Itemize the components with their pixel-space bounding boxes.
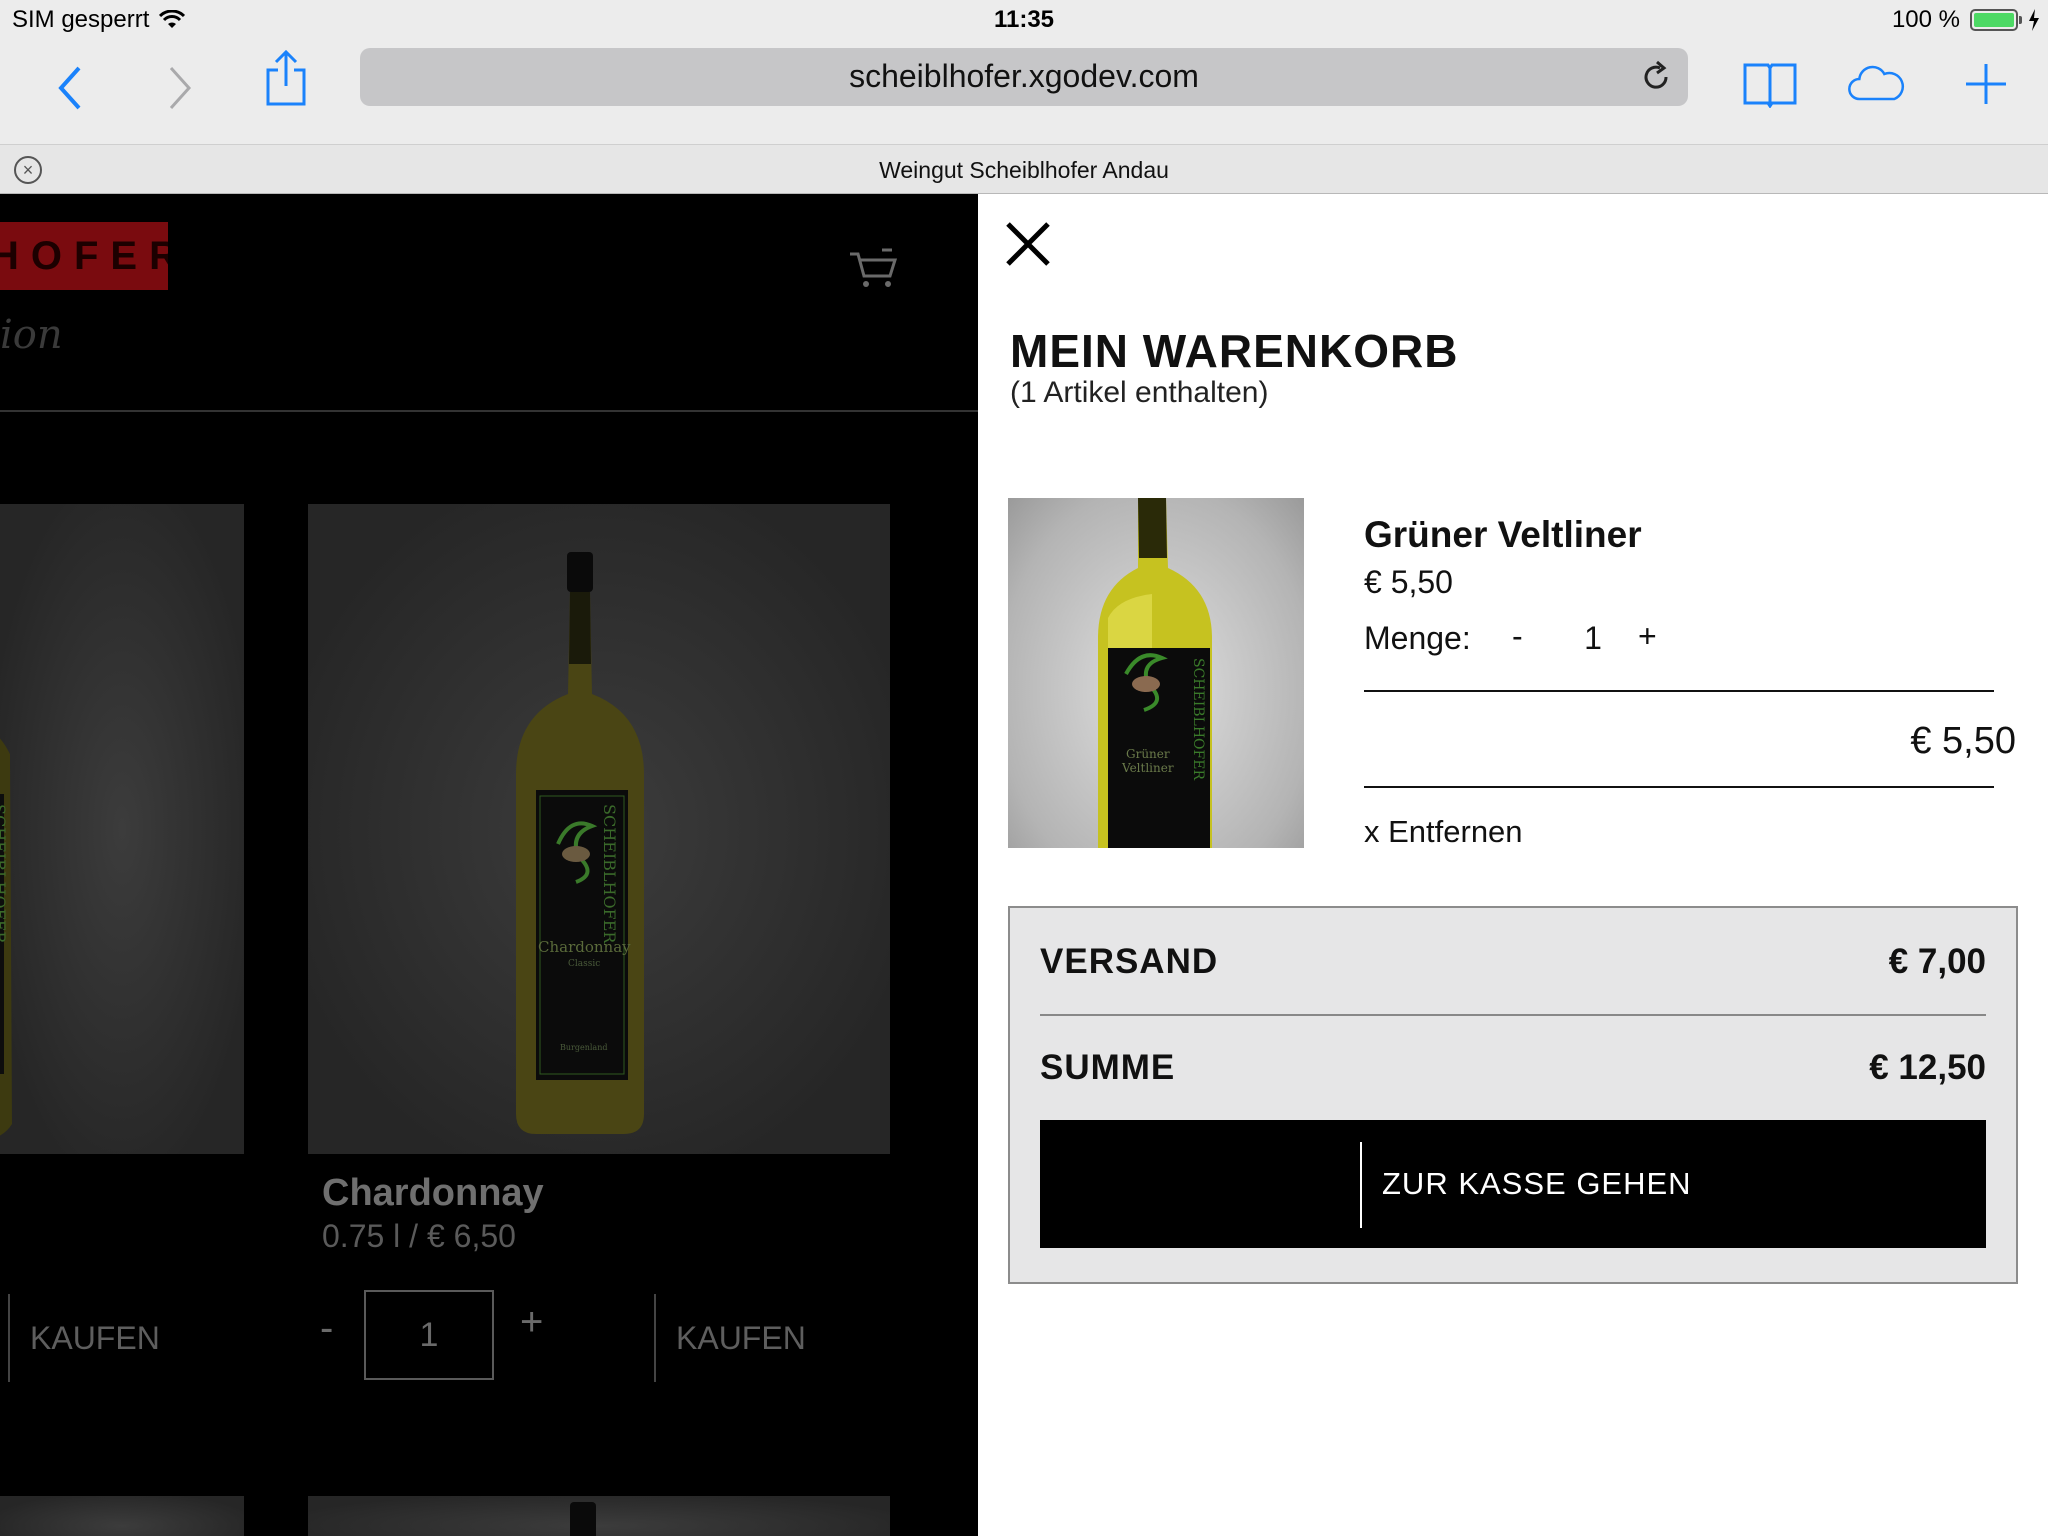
url-text: scheiblhofer.xgodev.com [849,58,1199,94]
close-icon[interactable] [1004,220,1052,268]
cart-panel: MEIN WARENKORB (1 Artikel enthalten) SCH… [978,194,2048,1536]
battery-percent: 100 % [1891,6,1960,33]
cart-icon[interactable] [848,246,898,290]
tab-title[interactable]: Weingut Scheiblhofer Andau [0,157,2048,184]
bottle-label-sub: Classic [568,959,600,969]
shop-page: HOFER ion SCHEIBLHOFER KAUFEN SCHEIBLHOF… [0,194,978,1536]
bottle-label-region: Burgenland [560,1043,607,1052]
battery-icon [1970,9,2022,31]
chevron-left-icon [58,66,81,110]
plus-icon [1966,64,2006,104]
clock: 11:35 [993,6,1055,33]
bottle-icon: SCHEIBLHOFER [0,738,12,1136]
share-button[interactable] [256,48,316,108]
bookmarks-button[interactable] [1740,54,1800,114]
buy-button[interactable]: KAUFEN [654,1294,806,1382]
product-image-row2-left[interactable] [0,1496,244,1536]
wine-bottle-icon: SCHEIBLHOFER Grüner Veltliner [1098,498,1212,848]
address-bar[interactable]: scheiblhofer.xgodev.com [360,48,1688,106]
share-icon [266,49,306,106]
cart-qty-value: 1 [1584,620,1602,656]
cart-item-name[interactable]: Grüner Veltliner [1364,514,1642,556]
book-icon [1743,63,1797,108]
logo-text: HOFER [0,234,168,278]
tab-bar: × Weingut Scheiblhofer Andau [0,144,2048,194]
cart-qty-minus-button[interactable]: - [1512,618,1523,655]
forward-button[interactable] [150,58,210,118]
checkout-divider [1360,1142,1362,1228]
logo[interactable]: HOFER [0,222,168,290]
header-divider [0,410,978,412]
carrier-text: SIM gesperrt [12,6,150,33]
wine-bottle-icon [570,1502,596,1536]
buy-button-left[interactable]: KAUFEN [8,1294,160,1382]
qty-minus-button[interactable]: - [320,1306,333,1351]
wine-bottle-icon: SCHEIBLHOFER Chardonnay Classic Burgenla… [516,552,644,1134]
remove-item-link[interactable]: x Entfernen [1364,814,1523,850]
shipping-value: € 7,00 [1888,942,1986,981]
product-image-chardonnay[interactable]: SCHEIBLHOFER Chardonnay Classic Burgenla… [308,504,890,1154]
wifi-icon [159,10,186,28]
order-summary: VERSAND € 7,00 SUMME € 12,50 ZUR KASSE G… [1008,906,2018,1284]
bottle-brand-text: SCHEIBLHOFER [600,804,619,944]
product-meta: 0.75 l / € 6,50 [322,1218,516,1254]
tagline-script: ion [0,312,63,358]
shipping-label: VERSAND [1040,942,1219,981]
product-name[interactable]: Chardonnay [322,1172,544,1215]
checkout-label: ZUR KASSE GEHEN [1382,1166,1692,1201]
item-divider-bottom [1364,786,1994,788]
chevron-right-icon [169,66,192,110]
quantity-label: Menge: [1364,620,1471,656]
status-right: 100 % [1892,6,2040,34]
cloud-icon [1848,65,1905,101]
status-left: SIM gesperrt [12,6,186,34]
charging-icon [2029,9,2039,31]
summary-divider [1040,1014,1986,1016]
cart-title: MEIN WARENKORB [1010,325,1459,377]
cart-bottle-brand: SCHEIBLHOFER [1190,658,1206,780]
product-image-row2[interactable] [308,1496,890,1536]
product-image-left[interactable]: SCHEIBLHOFER [0,504,244,1154]
cart-bottle-text1: Grüner [1126,747,1170,761]
cart-item-count: (1 Artikel enthalten) [1010,376,1269,409]
cart-item-total: € 5,50 [1910,720,2016,762]
icloud-tabs-button[interactable] [1846,54,1906,114]
cart-bottle-text2: Veltliner [1121,761,1174,775]
cart-item-price: € 5,50 [1364,564,1453,600]
cart-item-image[interactable]: SCHEIBLHOFER Grüner Veltliner [1008,498,1304,848]
new-tab-button[interactable] [1956,54,2016,114]
status-bar: SIM gesperrt 11:35 100 % [0,0,2048,40]
sum-label: SUMME [1040,1048,1176,1087]
qty-input[interactable]: 1 [364,1290,494,1380]
bottle-label-name: Chardonnay [538,938,631,956]
cart-qty-plus-button[interactable]: + [1638,618,1657,655]
svg-text:SCHEIBLHOFER: SCHEIBLHOFER [0,804,9,944]
item-divider-top [1364,690,1994,692]
sum-value: € 12,50 [1869,1048,1986,1087]
browser-toolbar: scheiblhofer.xgodev.com [0,40,2048,154]
back-button[interactable] [40,58,100,118]
reload-icon[interactable] [1638,59,1674,95]
qty-plus-button[interactable]: + [520,1300,543,1345]
checkout-button[interactable]: ZUR KASSE GEHEN [1040,1120,1986,1248]
